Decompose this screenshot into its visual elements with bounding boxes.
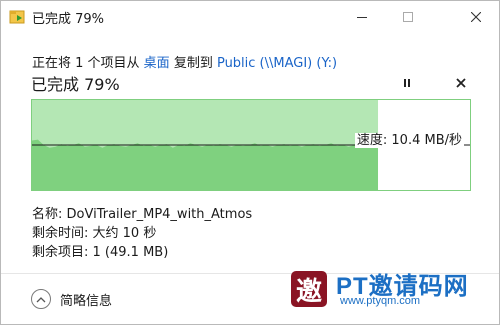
maximize-button[interactable]	[385, 1, 431, 32]
destination-link[interactable]: Public (\\MAGI) (Y:)	[217, 56, 337, 71]
watermark-url: www.ptyqm.com	[340, 295, 421, 307]
pause-icon	[404, 79, 410, 87]
time-remaining-label: 剩余时间:	[32, 226, 93, 241]
items-remaining-value: 1 (49.1 MB)	[92, 245, 169, 260]
fewer-details-toggle[interactable]: 简略信息	[31, 288, 112, 310]
time-remaining-value: 大约 10 秒	[92, 226, 157, 241]
items-remaining-row: 剩余项目: 1 (49.1 MB)	[32, 243, 252, 262]
file-name: DoViTrailer_MP4_with_Atmos	[66, 207, 253, 222]
copy-description: 正在将 1 个项目从 桌面 复制到 Public (\\MAGI) (Y:)	[32, 52, 337, 71]
speed-history-area	[32, 139, 378, 190]
watermark-logo: 邀	[291, 271, 327, 307]
transfer-details: 名称: DoViTrailer_MP4_with_Atmos 剩余时间: 大约 …	[32, 205, 252, 262]
copy-middle-text: 复制到	[169, 56, 217, 71]
pause-button[interactable]	[396, 72, 418, 94]
name-label: 名称:	[32, 207, 67, 222]
minimize-button[interactable]	[339, 1, 385, 32]
minimize-icon	[357, 16, 367, 18]
cancel-icon	[456, 78, 466, 88]
copy-progress-icon	[9, 9, 25, 25]
close-icon	[471, 11, 481, 22]
source-link[interactable]: 桌面	[144, 56, 170, 71]
window-title: 已完成 79%	[32, 12, 105, 27]
items-remaining-label: 剩余项目:	[32, 245, 93, 260]
maximize-icon	[403, 11, 413, 22]
speed-readout: 速度: 10.4 MB/秒	[354, 133, 464, 148]
time-remaining-row: 剩余时间: 大约 10 秒	[32, 224, 252, 243]
fewer-details-label: 简略信息	[60, 293, 113, 309]
close-window-button[interactable]	[453, 1, 499, 32]
chevron-up-icon	[31, 289, 51, 309]
copy-dialog-window: 已完成 79% 正在将 1 个项目从 桌面 复制到 Public (\\MAGI…	[0, 0, 500, 325]
cancel-copy-button[interactable]	[450, 72, 472, 94]
progress-percent-heading: 已完成 79%	[31, 75, 120, 94]
transfer-speed-graph: 速度: 10.4 MB/秒	[31, 99, 471, 191]
name-row: 名称: DoViTrailer_MP4_with_Atmos	[32, 205, 252, 224]
title-bar[interactable]: 已完成 79%	[1, 1, 499, 32]
copy-prefix-text: 正在将 1 个项目从	[32, 56, 144, 71]
